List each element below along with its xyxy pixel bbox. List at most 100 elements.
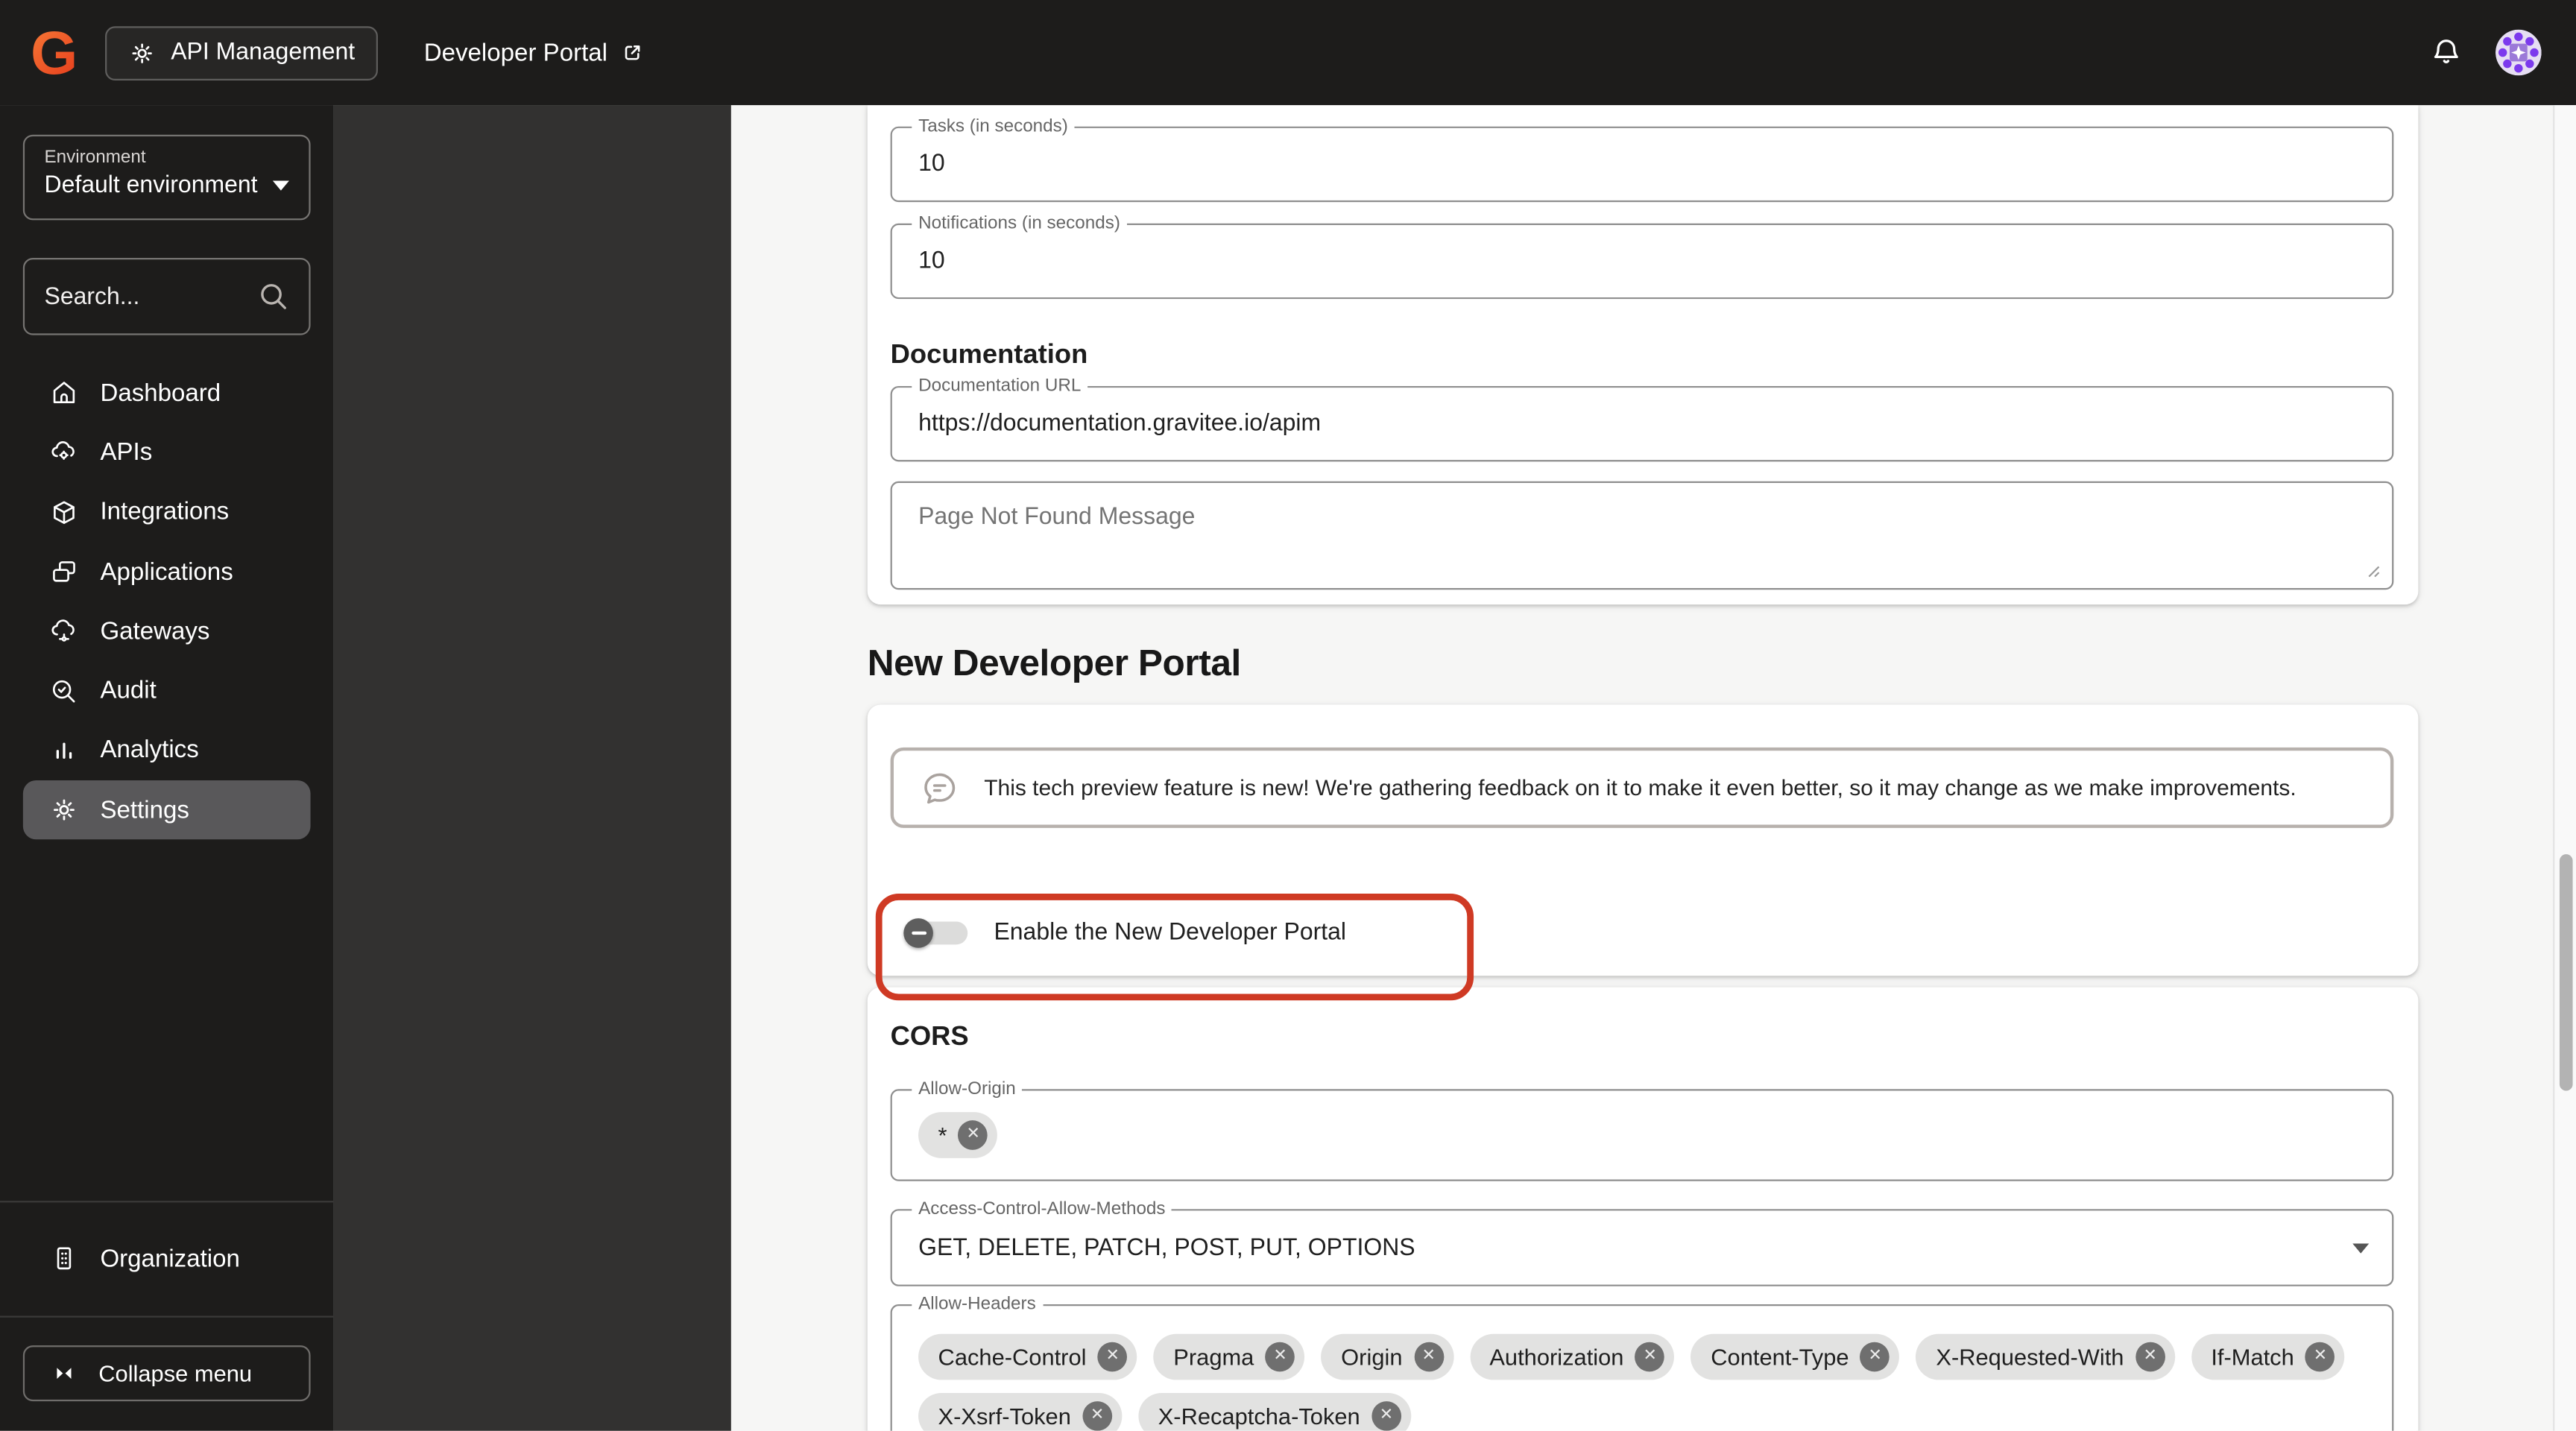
sidebar-item-label: Audit	[100, 677, 157, 705]
main-sidebar: Environment Default environment Search..…	[0, 105, 334, 1431]
environment-label: Environment	[44, 148, 146, 168]
chip-label: X-Xsrf-Token	[938, 1403, 1071, 1430]
sidebar-item-audit[interactable]: Audit	[23, 661, 311, 721]
page-not-found-textarea[interactable]	[891, 483, 2393, 589]
search-input[interactable]	[44, 283, 259, 310]
allow-methods-field[interactable]: Access-Control-Allow-Methods GET, DELETE…	[890, 1198, 2394, 1286]
bell-icon[interactable]	[2428, 34, 2464, 70]
chip-label: Cache-Control	[938, 1343, 1087, 1371]
sidebar-item-gateways[interactable]: Gateways	[23, 601, 311, 661]
chip-remove-icon[interactable]	[1097, 1342, 1128, 1372]
developer-portal-link[interactable]: Developer Portal	[424, 39, 644, 66]
sidebar-item-analytics[interactable]: Analytics	[23, 721, 311, 780]
chip-allow-header: Content-Type	[1690, 1333, 1900, 1380]
chip-allow-header: Cache-Control	[918, 1333, 1137, 1380]
search-icon	[258, 281, 289, 312]
allow-methods-value: GET, DELETE, PATCH, POST, PUT, OPTIONS	[918, 1234, 1415, 1261]
cors-card: CORS Allow-Origin * Access-Control-Allow…	[867, 987, 2419, 1431]
documentation-url-input[interactable]	[891, 388, 2393, 461]
chip-label: If-Match	[2211, 1343, 2294, 1371]
documentation-url-field: Documentation URL	[890, 376, 2394, 462]
allow-methods-label: Access-Control-Allow-Methods	[912, 1198, 1172, 1221]
sidebar-item-integrations[interactable]: Integrations	[23, 482, 311, 542]
sidebar-item-organization[interactable]: Organization	[23, 1229, 311, 1288]
toggle-thumb-minus-icon	[903, 918, 933, 948]
scrollbar-thumb[interactable]	[2558, 854, 2572, 1091]
allow-origin-label: Allow-Origin	[912, 1079, 1023, 1101]
sidebar-search	[22, 258, 311, 335]
new-developer-portal-card: This tech preview feature is new! We're …	[867, 704, 2419, 1001]
chip-allow-header: If-Match	[2191, 1333, 2346, 1380]
environment-selector[interactable]: Environment Default environment	[22, 134, 311, 221]
chip-remove-icon[interactable]	[2135, 1342, 2165, 1372]
environment-value: Default environment	[44, 172, 258, 199]
allow-methods-select[interactable]: GET, DELETE, PATCH, POST, PUT, OPTIONS	[892, 1210, 2392, 1284]
gear-icon	[49, 795, 79, 825]
sidebar-item-apis[interactable]: APIs	[23, 423, 311, 482]
chip-remove-icon[interactable]	[1635, 1342, 1665, 1372]
chip-remove-icon[interactable]	[2305, 1342, 2335, 1372]
enable-portal-toggle-row: Enable the New Developer Portal	[903, 917, 1347, 950]
magnifier-check-icon	[49, 676, 79, 706]
chip-allow-header: X-Recaptcha-Token	[1138, 1393, 1412, 1431]
sidebar-item-settings[interactable]: Settings	[22, 780, 311, 841]
chip-label: *	[938, 1122, 947, 1149]
allow-headers-label: Allow-Headers	[912, 1294, 1043, 1316]
gear-icon	[128, 39, 156, 66]
cors-heading: CORS	[890, 1021, 969, 1052]
chip-remove-icon[interactable]	[958, 1120, 988, 1150]
chip-label: Origin	[1341, 1343, 1403, 1371]
chip-label: X-Requested-With	[1936, 1343, 2124, 1371]
chip-allow-header: X-Xsrf-Token	[918, 1393, 1123, 1431]
allow-origin-field[interactable]: Allow-Origin *	[890, 1079, 2394, 1181]
resize-grip-icon[interactable]	[2366, 563, 2381, 578]
chip-allow-header: Authorization	[1469, 1333, 1675, 1380]
notifications-input[interactable]	[891, 224, 2393, 297]
gravitee-logo-icon[interactable]: G	[25, 16, 83, 89]
new-developer-portal-heading: New Developer Portal	[867, 642, 1242, 683]
chip-allow-origin: *	[918, 1112, 998, 1158]
developer-portal-label: Developer Portal	[423, 38, 608, 67]
sidebar-item-label: APIs	[100, 438, 153, 467]
portal-settings-card: Tasks (in seconds) Notifications (in sec…	[867, 105, 2419, 605]
message-bubble-icon	[920, 768, 959, 807]
chip-label: Content-Type	[1711, 1343, 1849, 1371]
sidebar-nav: Dashboard APIs Integrations Applications…	[22, 363, 311, 841]
collapse-icon	[51, 1360, 77, 1386]
sidebar-item-label: Dashboard	[100, 379, 221, 407]
bar-chart-icon	[49, 736, 79, 765]
chip-remove-icon[interactable]	[1413, 1342, 1444, 1372]
stacked-cards-icon	[49, 557, 79, 587]
user-avatar[interactable]	[2496, 29, 2542, 76]
enable-portal-toggle-label: Enable the New Developer Portal	[994, 920, 1347, 947]
chip-remove-icon[interactable]	[1265, 1342, 1295, 1372]
chip-allow-header: Pragma	[1153, 1333, 1305, 1380]
sidebar-item-applications[interactable]: Applications	[23, 542, 311, 601]
product-switcher-button[interactable]: API Management	[105, 25, 379, 80]
collapse-menu-button[interactable]: Collapse menu	[22, 1345, 311, 1402]
header-actions	[2428, 29, 2576, 76]
chevron-down-icon	[272, 180, 289, 191]
chip-label: X-Recaptcha-Token	[1158, 1403, 1360, 1430]
settings-page-content: Tasks (in seconds) Notifications (in sec…	[730, 105, 2576, 1431]
tasks-field: Tasks (in seconds)	[890, 116, 2394, 203]
sidebar-divider	[0, 1201, 334, 1203]
enable-portal-toggle[interactable]	[903, 917, 968, 950]
cloud-gear-icon	[49, 437, 79, 467]
sidebar-item-label: Applications	[100, 557, 233, 586]
notifications-field-label: Notifications (in seconds)	[912, 213, 1127, 236]
chip-remove-icon[interactable]	[1371, 1401, 1401, 1431]
sidebar-item-label: Analytics	[100, 736, 199, 765]
chip-remove-icon[interactable]	[1082, 1401, 1112, 1431]
allow-headers-field[interactable]: Allow-Headers Cache-Control Pragma Origi…	[890, 1294, 2394, 1431]
page-scrollbar[interactable]	[2552, 105, 2576, 1431]
sidebar-item-dashboard[interactable]: Dashboard	[23, 363, 311, 423]
documentation-url-label: Documentation URL	[912, 376, 1088, 398]
collapse-menu-label: Collapse menu	[98, 1359, 253, 1387]
chip-label: Pragma	[1173, 1343, 1254, 1371]
settings-submenu-panel	[333, 105, 731, 1431]
top-bar: G API Management Developer Portal	[0, 0, 2576, 106]
tasks-input[interactable]	[891, 127, 2393, 200]
cube-icon	[49, 497, 79, 527]
chip-remove-icon[interactable]	[1860, 1342, 1890, 1372]
